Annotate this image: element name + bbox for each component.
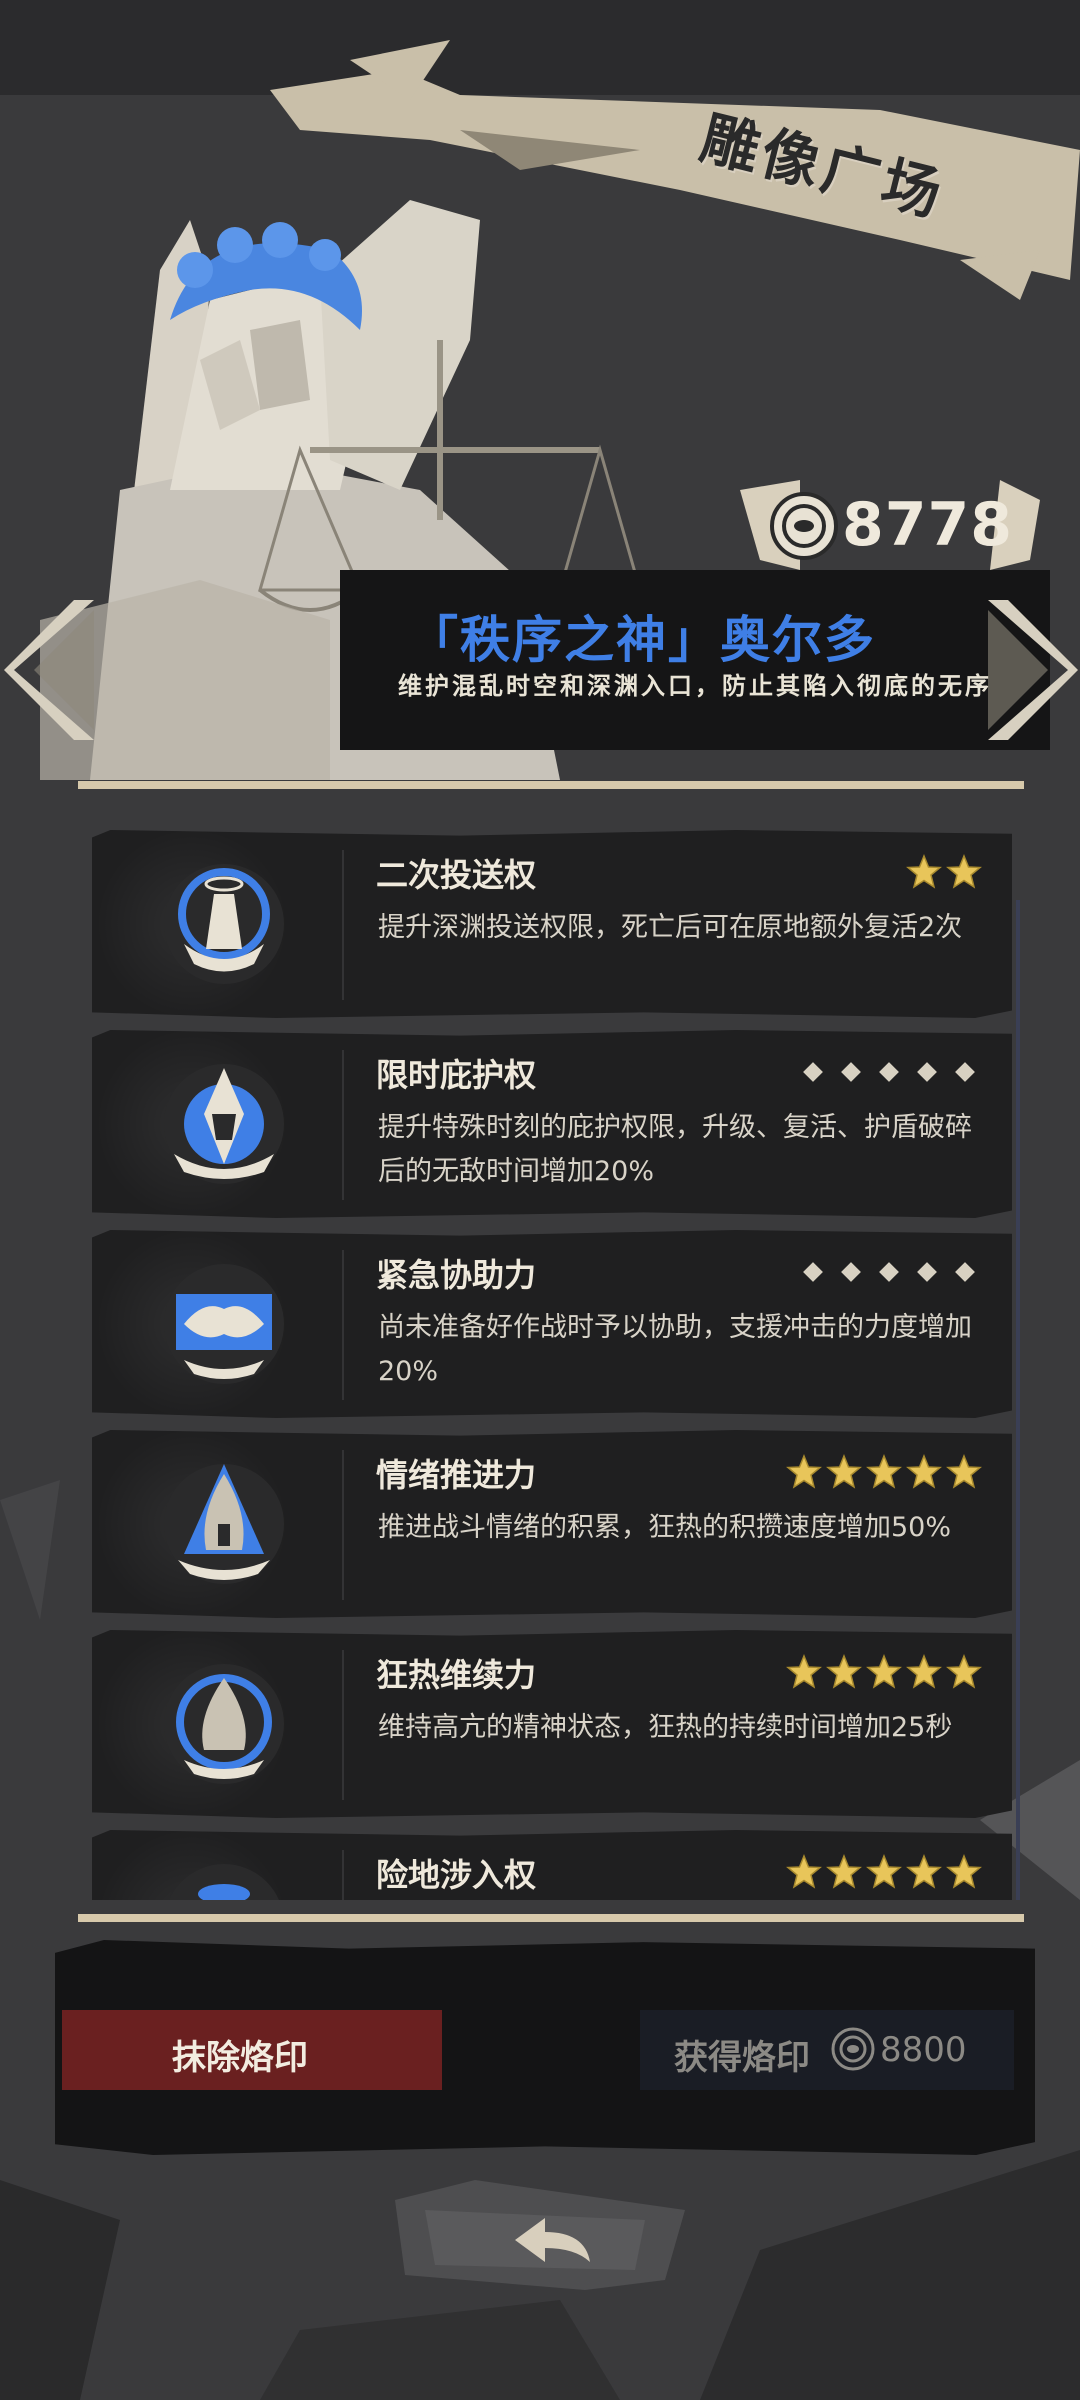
- star-icon: [906, 854, 942, 889]
- erase-brand-button[interactable]: 抹除烙印: [62, 2010, 442, 2090]
- ability-description: 推进战斗情绪的积累，狂热的积攒速度增加50%: [378, 1512, 952, 1543]
- ability-row[interactable]: 险地涉入权: [92, 1830, 1012, 1900]
- empty-rank-dot: [803, 1062, 823, 1082]
- star-icon: [946, 854, 982, 889]
- row-divider: [342, 1050, 344, 1200]
- ability-name: 险地涉入权: [376, 1856, 537, 1894]
- ability-name: 狂热维续力: [376, 1656, 537, 1694]
- star-icon: [946, 1654, 982, 1689]
- ability-row[interactable]: 情绪推进力推进战斗情绪的积累，狂热的积攒速度增加50%: [92, 1430, 1012, 1618]
- god-name: 「秩序之神」奥尔多: [408, 611, 876, 669]
- row-divider: [342, 1650, 344, 1800]
- empty-rank-dot: [955, 1062, 975, 1082]
- empty-rank-dot: [841, 1262, 861, 1282]
- star-icon: [946, 1454, 982, 1489]
- row-divider: [342, 1850, 344, 1900]
- empty-rank-dot: [841, 1062, 861, 1082]
- ability-row[interactable]: 二次投送权提升深渊投送权限，死亡后可在原地额外复活2次: [92, 830, 1012, 1018]
- coin-icon: [831, 2027, 875, 2071]
- ability-name: 限时庇护权: [376, 1056, 537, 1094]
- star-icon: [906, 1854, 942, 1889]
- get-brand-label: 获得烙印: [674, 2038, 810, 2078]
- star-icon: [826, 1654, 862, 1689]
- empty-rank-dot: [917, 1262, 937, 1282]
- star-icon: [946, 1854, 982, 1889]
- back-button[interactable]: [385, 2180, 695, 2290]
- row-divider: [342, 850, 344, 1000]
- star-icon: [826, 1854, 862, 1889]
- list-bottom-border: [78, 1914, 1024, 1922]
- ability-description: 尚未准备好作战时予以协助，支援冲击的力度增加20%: [378, 1312, 972, 1387]
- star-icon: [786, 1654, 822, 1689]
- star-icon: [786, 1854, 822, 1889]
- get-brand-price: 8800: [880, 2030, 967, 2070]
- god-nameplate: 「秩序之神」奥尔多 维护混乱时空和深渊入口，防止其陷入彻底的无序: [340, 570, 1050, 750]
- erase-brand-label: 抹除烙印: [172, 2038, 308, 2078]
- ability-name: 二次投送权: [376, 856, 537, 894]
- star-icon: [866, 1854, 902, 1889]
- ability-list[interactable]: 二次投送权提升深渊投送权限，死亡后可在原地额外复活2次限时庇护权提升特殊时刻的庇…: [92, 830, 1012, 1900]
- ability-name: 紧急协助力: [376, 1256, 537, 1294]
- star-icon: [906, 1454, 942, 1489]
- prev-arrow-icon[interactable]: [4, 600, 100, 740]
- partial-emblem-icon: [164, 1864, 284, 1900]
- coin-icon: [770, 492, 838, 560]
- empty-rank-dot: [917, 1062, 937, 1082]
- currency-display: 8778: [740, 480, 1040, 570]
- empty-rank-dot: [803, 1262, 823, 1282]
- ability-description: 提升特殊时刻的庇护权限，升级、复活、护盾破碎后的无敌时间增加20%: [378, 1112, 972, 1187]
- ability-row[interactable]: 限时庇护权提升特殊时刻的庇护权限，升级、复活、护盾破碎后的无敌时间增加20%: [92, 1030, 1012, 1218]
- flame-spire-icon: [164, 1464, 284, 1584]
- ability-rank: [786, 1650, 982, 1694]
- ability-row[interactable]: 紧急协助力尚未准备好作战时予以协助，支援冲击的力度增加20%: [92, 1230, 1012, 1418]
- next-arrow-icon[interactable]: [978, 600, 1078, 740]
- shield-crown-icon: [164, 1064, 284, 1184]
- handshake-icon: [164, 1264, 284, 1384]
- ability-description: 维持高亢的精神状态，狂热的持续时间增加25秒: [378, 1712, 953, 1743]
- ability-rank: [906, 850, 982, 894]
- empty-rank-dot: [879, 1262, 899, 1282]
- star-icon: [786, 1454, 822, 1489]
- get-brand-button[interactable]: 获得烙印 8800: [640, 2010, 1014, 2090]
- ability-name: 情绪推进力: [376, 1456, 537, 1494]
- list-top-border: [78, 781, 1024, 789]
- god-description: 维护混乱时空和深渊入口，防止其陷入彻底的无序: [398, 672, 992, 700]
- ability-rank: [796, 1050, 982, 1094]
- currency-amount: 8778: [842, 490, 1013, 560]
- ability-rank: [796, 1250, 982, 1294]
- ability-rank: [786, 1450, 982, 1494]
- star-icon: [906, 1654, 942, 1689]
- ability-description: 提升深渊投送权限，死亡后可在原地额外复活2次: [378, 912, 963, 943]
- row-divider: [342, 1250, 344, 1400]
- flame-clock-icon: [164, 1664, 284, 1784]
- star-icon: [826, 1454, 862, 1489]
- star-icon: [866, 1654, 902, 1689]
- row-divider: [342, 1450, 344, 1600]
- empty-rank-dot: [879, 1062, 899, 1082]
- star-icon: [866, 1454, 902, 1489]
- empty-rank-dot: [955, 1262, 975, 1282]
- list-scrollbar[interactable]: [1016, 900, 1020, 1900]
- ability-row[interactable]: 狂热维续力维持高亢的精神状态，狂热的持续时间增加25秒: [92, 1630, 1012, 1818]
- ability-rank: [786, 1850, 982, 1894]
- angel-emblem-icon: [164, 864, 284, 984]
